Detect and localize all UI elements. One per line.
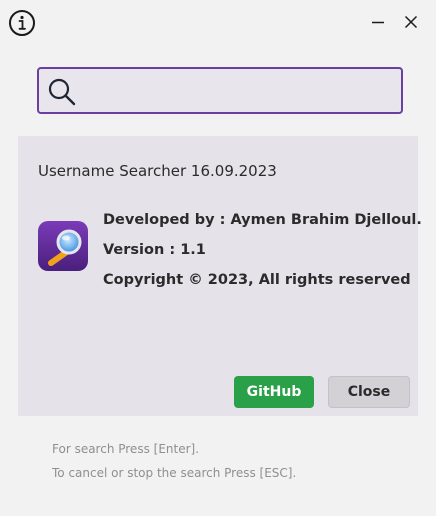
magnifier-app-icon: [38, 221, 88, 271]
close-button[interactable]: Close: [328, 376, 410, 408]
app-title: Username Searcher 16.09.2023: [38, 162, 277, 180]
search-icon: [47, 77, 77, 107]
copyright-text: Copyright © 2023, All rights reserved: [103, 272, 411, 288]
version-text: Version : 1.1: [103, 242, 206, 258]
close-icon[interactable]: [401, 12, 421, 32]
about-panel: Username Searcher 16.09.2023 Developed b…: [18, 136, 422, 416]
info-icon[interactable]: [8, 9, 36, 37]
search-hint: For search Press [Enter].: [52, 442, 200, 456]
github-button[interactable]: GitHub: [234, 376, 314, 408]
search-box[interactable]: [37, 67, 403, 114]
app-window: Username Searcher 16.09.2023 Developed b…: [0, 0, 436, 516]
search-input[interactable]: [85, 69, 391, 112]
cancel-hint: To cancel or stop the search Press [ESC]…: [52, 466, 297, 480]
developer-text: Developed by : Aymen Brahim Djelloul.: [103, 212, 422, 228]
minimize-icon[interactable]: [368, 12, 388, 32]
